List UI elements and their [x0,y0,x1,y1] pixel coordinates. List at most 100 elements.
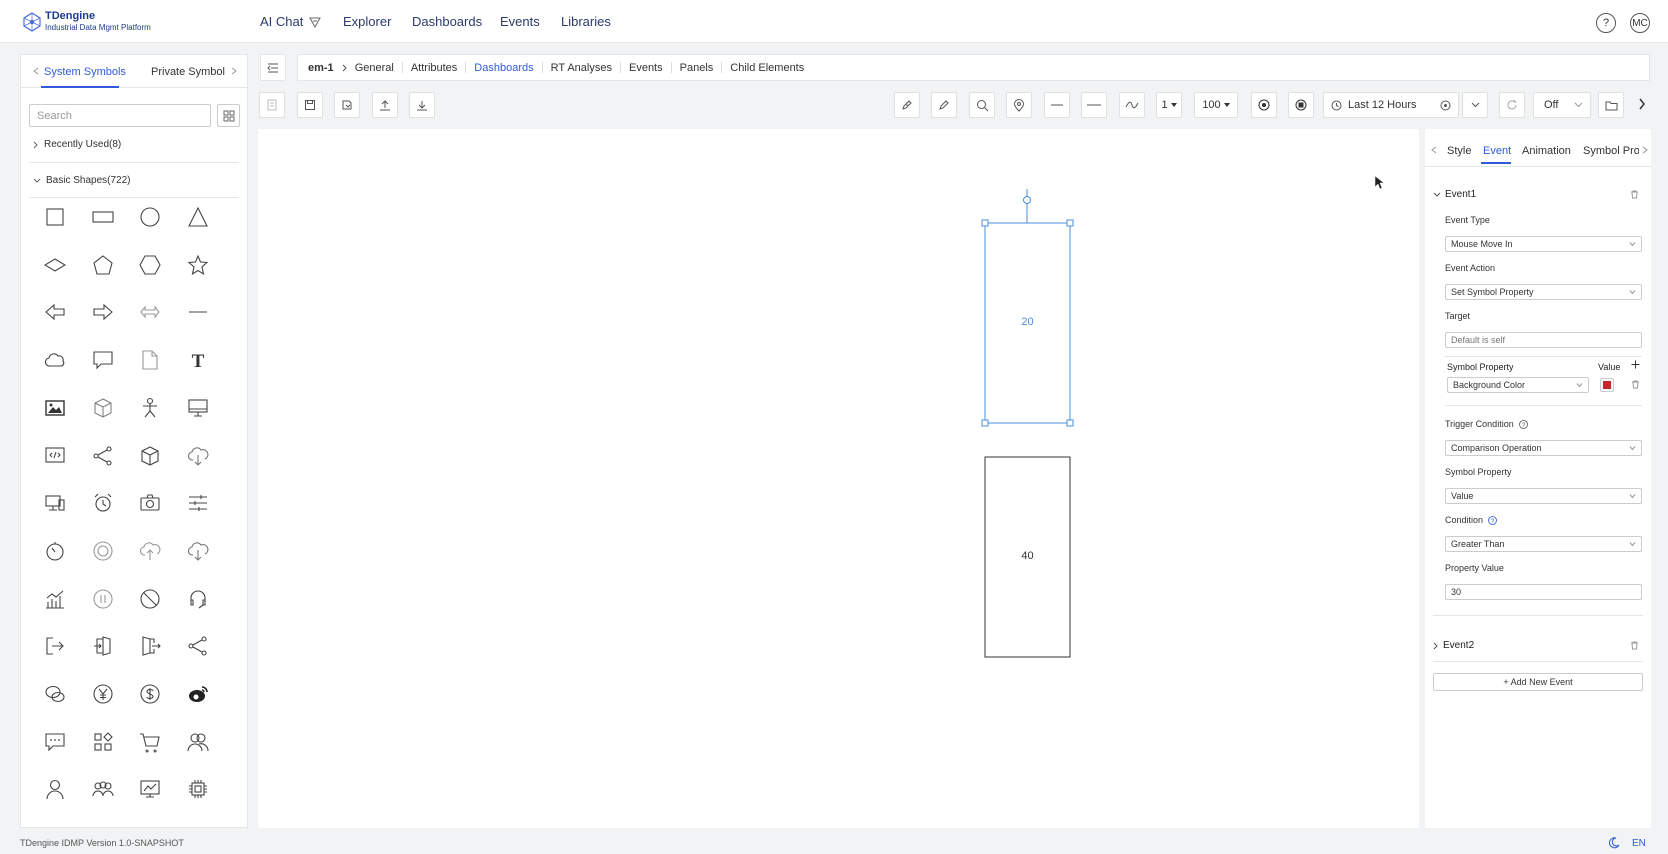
search-icon[interactable] [969,92,995,118]
dashboard-canvas[interactable]: 20 40 [258,129,1419,828]
auto-refresh-select[interactable]: Off [1533,92,1591,118]
monitor-icon[interactable] [174,384,222,432]
person-icon[interactable] [126,384,174,432]
apps-icon[interactable] [79,718,127,766]
weibo-icon[interactable] [174,670,222,718]
page-icon[interactable] [259,92,285,118]
share-icon[interactable] [79,432,127,480]
tabs-next-icon[interactable] [1642,146,1648,154]
delete-event-icon[interactable] [1630,190,1639,199]
line-style-icon[interactable] [1081,92,1107,118]
star-icon[interactable] [174,241,222,289]
folder-icon[interactable] [1598,92,1624,118]
group-icon[interactable] [79,765,127,813]
code-screen-icon[interactable] [31,432,79,480]
pause-icon[interactable] [79,575,127,623]
nav-dashboards[interactable]: Dashboards [412,14,482,29]
moon-icon[interactable] [1608,837,1620,849]
nav-libraries[interactable]: Libraries [561,14,611,29]
save-icon[interactable] [297,92,323,118]
symbol-property-select[interactable]: Background Color [1447,377,1589,393]
callout-icon[interactable] [79,336,127,384]
event-action-select[interactable]: Set Symbol Property [1445,284,1642,300]
download-icon[interactable] [409,92,435,118]
right-arrow-icon[interactable] [79,288,127,336]
upload-icon[interactable] [372,92,398,118]
cloud-down-icon[interactable] [174,527,222,575]
expand-panel-icon[interactable] [1638,98,1646,110]
trigger-condition-select[interactable]: Comparison Operation [1445,440,1642,456]
tab-private-symbols[interactable]: Private Symbols [151,66,225,78]
refresh-icon[interactable] [1499,92,1525,118]
message-icon[interactable] [31,718,79,766]
cloud-download-icon[interactable] [174,432,222,480]
save-as-icon[interactable] [334,92,360,118]
tab-rt-analyses[interactable]: RT Analyses [551,62,612,74]
grid-view-icon[interactable] [217,104,240,127]
tab-attributes[interactable]: Attributes [411,62,457,74]
pentagon-icon[interactable] [79,241,127,289]
avatar[interactable]: MC [1630,13,1650,33]
help-icon[interactable]: ? [1488,515,1497,525]
add-property-icon[interactable] [1631,360,1640,369]
desktop-icon[interactable] [31,479,79,527]
triangle-icon[interactable] [174,193,222,241]
hexagon-icon[interactable] [126,241,174,289]
forbidden-icon[interactable] [126,575,174,623]
tabs-prev-icon[interactable] [33,67,39,75]
chip-icon[interactable] [174,765,222,813]
tab-events[interactable]: Events [629,62,663,74]
event1-header[interactable]: Event1 [1433,189,1476,200]
symbol-property2-select[interactable]: Value [1445,488,1642,504]
cube-icon[interactable] [79,384,127,432]
breadcrumb-root[interactable]: em-1 [308,62,334,74]
door-exit-icon[interactable] [126,622,174,670]
time-dropdown[interactable] [1462,92,1488,118]
nav-ai-chat[interactable]: AI Chat [260,14,322,29]
event2-header[interactable]: Event2 [1433,640,1474,651]
box-icon[interactable] [126,432,174,480]
timer-icon[interactable] [31,527,79,575]
event-type-select[interactable]: Mouse Move In [1445,236,1642,252]
refresh-icon[interactable] [79,527,127,575]
record-icon[interactable] [1288,92,1314,118]
left-arrow-icon[interactable] [31,288,79,336]
location-pin-icon[interactable] [1006,92,1032,118]
zoom-select[interactable]: 100 [1194,92,1238,118]
diamond-icon[interactable] [31,241,79,289]
tab-dashboards[interactable]: Dashboards [474,62,533,74]
exit-icon[interactable] [31,622,79,670]
network-icon[interactable] [174,622,222,670]
text-icon[interactable]: T [174,336,222,384]
help-icon[interactable]: ? [1596,13,1616,33]
pencil-icon[interactable] [931,92,957,118]
tab-child-elements[interactable]: Child Elements [730,62,804,74]
dollar-icon[interactable] [126,670,174,718]
image-icon[interactable] [31,384,79,432]
cloud-icon[interactable] [31,336,79,384]
logo[interactable]: TDengine Industrial Data Mgmt Platform [22,10,151,34]
group-basic-shapes[interactable]: Basic Shapes(722) [33,175,131,186]
tab-style[interactable]: Style [1447,145,1471,157]
square-icon[interactable] [31,193,79,241]
tab-general[interactable]: General [355,62,394,74]
wechat-icon[interactable] [31,670,79,718]
door-enter-icon[interactable] [79,622,127,670]
line-icon[interactable] [174,288,222,336]
clear-icon[interactable] [1440,100,1451,111]
symbol-search-input[interactable] [29,104,211,127]
rectangle-icon[interactable] [79,193,127,241]
users-icon[interactable] [174,718,222,766]
camera-icon[interactable] [126,479,174,527]
curve-icon[interactable] [1119,92,1145,118]
target-input[interactable] [1445,332,1642,348]
tabs-next-icon[interactable] [231,67,237,75]
tab-system-symbols[interactable]: System Symbols [44,66,126,78]
delete-event-icon[interactable] [1630,641,1639,650]
nav-events[interactable]: Events [500,14,540,29]
tab-animation[interactable]: Animation [1522,145,1571,157]
nav-explorer[interactable]: Explorer [343,14,391,29]
help-icon[interactable]: ? [1518,419,1528,429]
collapse-panel-icon[interactable] [260,54,286,81]
line-solid-icon[interactable] [1044,92,1070,118]
